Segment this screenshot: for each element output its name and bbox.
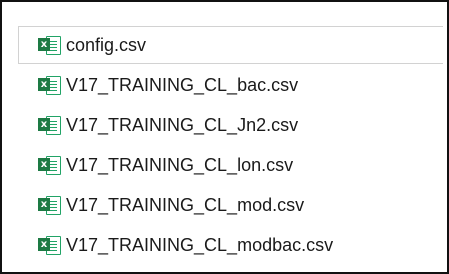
file-name: V17_TRAINING_CL_mod.csv: [66, 194, 305, 215]
file-item-config[interactable]: x config.csv: [18, 26, 443, 64]
file-name: V17_TRAINING_CL_Jn2.csv: [66, 114, 299, 135]
excel-csv-icon: x: [38, 75, 61, 95]
file-name: V17_TRAINING_CL_bac.csv: [66, 74, 299, 95]
file-name: V17_TRAINING_CL_lon.csv: [66, 154, 294, 175]
file-item-lon[interactable]: x V17_TRAINING_CL_lon.csv: [18, 146, 443, 184]
excel-csv-icon: x: [38, 235, 61, 255]
file-list-panel: x config.csv x V17_TRAINING_CL_bac.csv x…: [0, 0, 449, 274]
file-item-bac[interactable]: x V17_TRAINING_CL_bac.csv: [18, 66, 443, 104]
file-item-modbac[interactable]: x V17_TRAINING_CL_modbac.csv: [18, 226, 443, 264]
file-name: V17_TRAINING_CL_modbac.csv: [66, 234, 334, 255]
excel-csv-icon: x: [38, 115, 61, 135]
file-name: config.csv: [66, 34, 147, 55]
excel-csv-icon: x: [38, 195, 61, 215]
file-item-mod[interactable]: x V17_TRAINING_CL_mod.csv: [18, 186, 443, 224]
excel-csv-icon: x: [38, 35, 61, 55]
file-item-jn2[interactable]: x V17_TRAINING_CL_Jn2.csv: [18, 106, 443, 144]
file-list: x config.csv x V17_TRAINING_CL_bac.csv x…: [18, 26, 443, 266]
excel-csv-icon: x: [38, 155, 61, 175]
